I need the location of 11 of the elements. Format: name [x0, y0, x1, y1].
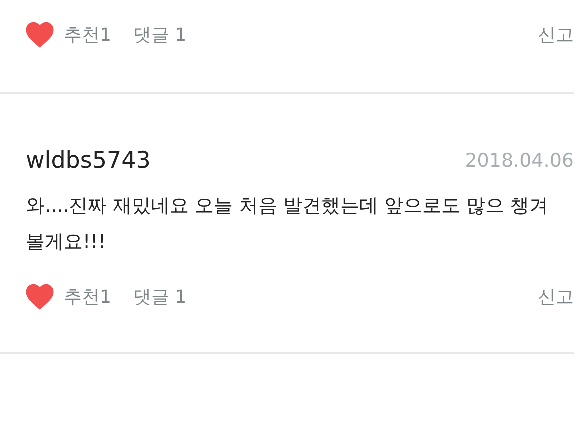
comment-author: wldbs5743	[26, 148, 151, 174]
recommend-count[interactable]: 추천1	[64, 23, 112, 47]
recommend-count[interactable]: 추천1	[64, 285, 112, 309]
comment-date: 2018.04.06	[465, 150, 574, 172]
report-link[interactable]: 신고	[538, 23, 574, 47]
heart-icon[interactable]	[26, 22, 54, 48]
reply-count[interactable]: 댓글 1	[133, 285, 187, 309]
heart-icon[interactable]	[26, 284, 54, 310]
reply-count[interactable]: 댓글 1	[133, 23, 187, 47]
comment-text: 와....진짜 재밌네요 오늘 처음 발견했는데 앞으로도 많으 챙겨볼게요!!!	[26, 194, 550, 255]
report-link[interactable]: 신고	[538, 285, 574, 309]
